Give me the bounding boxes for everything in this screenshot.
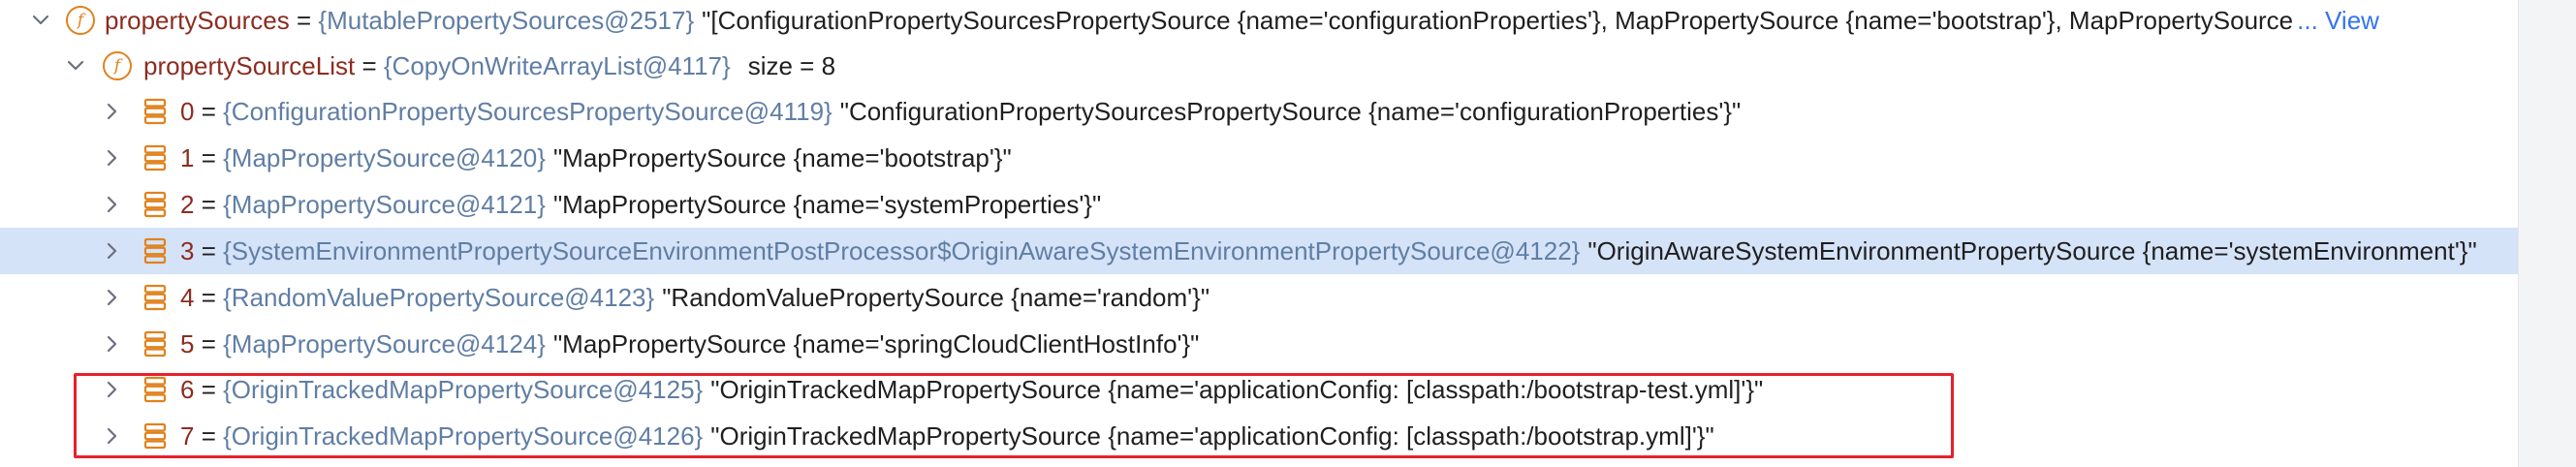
equals-sign: = <box>194 328 224 358</box>
value-text: "[ConfigurationPropertySourcesPropertySo… <box>702 5 2294 35</box>
equals-sign: = <box>355 50 384 80</box>
chevron-right-icon[interactable] <box>103 102 122 121</box>
type-ref: {SystemEnvironmentPropertySourceEnvironm… <box>223 235 1581 265</box>
chevron-right-icon[interactable] <box>103 334 122 354</box>
item-index: 7 <box>180 420 195 451</box>
list-element-icon <box>143 98 167 125</box>
list-element-icon <box>143 376 167 403</box>
list-item-1[interactable]: 1 = {MapPropertySource@4120} "MapPropert… <box>0 135 2518 181</box>
chevron-right-icon[interactable] <box>103 380 122 399</box>
chevron-right-icon[interactable] <box>103 288 122 307</box>
list-item-0[interactable]: 0 = {ConfigurationPropertySourcesPropert… <box>0 88 2518 135</box>
type-ref: {MapPropertySource@4124} <box>223 328 546 358</box>
type-ref: {MapPropertySource@4121} <box>223 189 546 219</box>
chevron-right-icon[interactable] <box>103 148 122 168</box>
chevron-down-icon[interactable] <box>66 56 85 76</box>
item-index: 0 <box>180 96 195 126</box>
list-element-icon <box>143 144 167 171</box>
list-element-icon <box>143 330 167 358</box>
equals-sign: = <box>194 189 224 219</box>
tree-row-property-sources[interactable]: f propertySources = {MutablePropertySour… <box>0 0 2518 44</box>
value-text: "OriginTrackedMapPropertySource {name='a… <box>710 374 1764 404</box>
list-element-icon <box>143 284 167 311</box>
type-ref: {MapPropertySource@4120} <box>223 142 546 172</box>
list-element-icon <box>143 237 167 265</box>
field-name: propertySources <box>105 5 290 35</box>
type-ref: {OriginTrackedMapPropertySource@4125} <box>223 374 704 404</box>
item-index: 2 <box>180 189 195 219</box>
chevron-down-icon[interactable] <box>31 11 50 30</box>
list-item-6[interactable]: 6 = {OriginTrackedMapPropertySource@4125… <box>0 366 2518 413</box>
field-name: propertySourceList <box>143 50 356 80</box>
chevron-right-icon[interactable] <box>103 241 122 261</box>
equals-sign: = <box>289 5 319 35</box>
equals-sign: = <box>194 420 224 451</box>
equals-sign: = <box>194 235 224 265</box>
equals-sign: = <box>194 282 224 312</box>
value-text: "OriginAwareSystemEnvironmentPropertySou… <box>1587 235 2477 265</box>
list-element-icon <box>143 191 167 218</box>
tree-row-property-source-list[interactable]: f propertySourceList = {CopyOnWriteArray… <box>0 43 2518 89</box>
item-index: 1 <box>180 142 195 172</box>
list-item-5[interactable]: 5 = {MapPropertySource@4124} "MapPropert… <box>0 321 2518 367</box>
item-index: 4 <box>180 282 195 312</box>
equals-sign: = <box>194 96 224 126</box>
chevron-right-icon[interactable] <box>103 195 122 214</box>
list-element-icon <box>143 422 167 450</box>
value-text: "MapPropertySource {name='bootstrap'}" <box>552 142 1012 172</box>
item-index: 6 <box>180 374 195 404</box>
equals-sign: = <box>194 374 224 404</box>
type-ref: {ConfigurationPropertySourcesPropertySou… <box>223 96 832 126</box>
field-icon: f <box>66 6 95 35</box>
size-text: size = 8 <box>747 50 836 80</box>
list-item-3[interactable]: 3 = {SystemEnvironmentPropertySourceEnvi… <box>0 228 2518 274</box>
type-ref: {MutablePropertySources@2517} <box>318 5 695 35</box>
view-link[interactable]: ... View <box>2297 6 2379 36</box>
type-ref: {OriginTrackedMapPropertySource@4126} <box>223 420 704 451</box>
value-text: "MapPropertySource {name='springCloudCli… <box>552 328 1200 358</box>
field-icon: f <box>103 51 132 80</box>
value-text: "MapPropertySource {name='systemProperti… <box>552 189 1102 219</box>
variables-tree: f propertySources = {MutablePropertySour… <box>0 0 2576 467</box>
type-ref: {RandomValuePropertySource@4123} <box>223 282 655 312</box>
scroll-gutter <box>2518 0 2576 467</box>
type-ref: {CopyOnWriteArrayList@4117} <box>383 50 731 80</box>
chevron-right-icon[interactable] <box>103 426 122 446</box>
item-index: 3 <box>180 235 195 265</box>
value-text: "ConfigurationPropertySourcesPropertySou… <box>839 96 1742 126</box>
equals-sign: = <box>194 142 224 172</box>
value-text: "OriginTrackedMapPropertySource {name='a… <box>710 420 1714 451</box>
item-index: 5 <box>180 328 195 358</box>
list-item-4[interactable]: 4 = {RandomValuePropertySource@4123} "Ra… <box>0 274 2518 321</box>
list-item-7[interactable]: 7 = {OriginTrackedMapPropertySource@4126… <box>0 413 2518 459</box>
value-text: "RandomValuePropertySource {name='random… <box>662 282 1210 312</box>
list-item-2[interactable]: 2 = {MapPropertySource@4121} "MapPropert… <box>0 181 2518 228</box>
